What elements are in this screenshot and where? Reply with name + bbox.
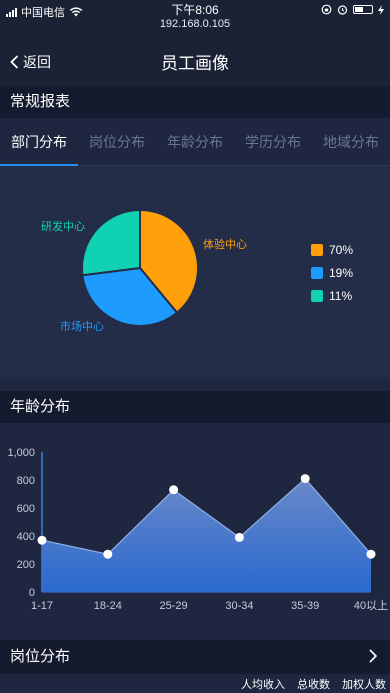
age-area (42, 478, 371, 592)
data-point[interactable] (366, 549, 376, 559)
data-point[interactable] (169, 485, 179, 495)
pie-legend: 70% 19% 11% (311, 238, 353, 307)
x-tick-label: 1-17 (31, 600, 53, 612)
status-bar: 中国电信 下午8:06 192.168.0.105 (0, 0, 390, 36)
y-tick-label: 800 (17, 475, 35, 487)
y-tick-label: 400 (17, 531, 35, 543)
status-right (321, 4, 384, 15)
data-point[interactable] (37, 535, 47, 545)
legend-label: 11% (329, 288, 353, 303)
page-url: 192.168.0.105 (159, 18, 231, 30)
legend-label: 19% (329, 265, 354, 280)
legend-item: 70% (311, 238, 353, 261)
pie-slice[interactable] (81, 208, 141, 277)
column-header: 加权人数 (342, 679, 386, 691)
section-header-age: 年龄分布 (0, 391, 390, 423)
department-pie-panel: 体验中心市场中心 研发中心 70% 19% 11% (0, 166, 390, 379)
x-tick-label: 25-29 (160, 600, 188, 612)
x-tick-label: 40以上 (354, 599, 388, 612)
tab-department[interactable]: 部门分布 (0, 120, 78, 166)
pie-slice-label: 市场中心 (60, 319, 104, 333)
chevron-right-icon (369, 649, 378, 663)
data-point[interactable] (234, 532, 244, 542)
tab-position[interactable]: 岗位分布 (78, 120, 156, 165)
y-tick-label: 600 (17, 503, 35, 515)
x-tick-label: 35-39 (291, 600, 319, 612)
x-tick-label: 18-24 (94, 600, 122, 612)
legend-swatch (311, 266, 323, 279)
section-header-position[interactable]: 岗位分布 (0, 640, 390, 674)
page-title: 员工画像 (161, 54, 229, 73)
legend-swatch (311, 243, 323, 256)
section-header-regular: 常规报表 (0, 86, 390, 118)
legend-item: 19% (311, 261, 353, 284)
position-column-headers: 人均收入 总收数 加权人数 (241, 676, 390, 692)
legend-item: 11% (311, 284, 353, 307)
department-pie-chart: 体验中心市场中心 研发中心 (41, 208, 247, 333)
data-point[interactable] (103, 549, 113, 559)
alarm-icon (337, 5, 348, 15)
column-header: 总收数 (297, 679, 330, 691)
column-header: 人均收入 (241, 679, 285, 691)
tab-region[interactable]: 地域分布 (312, 120, 390, 165)
tab-education[interactable]: 学历分布 (234, 120, 312, 165)
battery-icon (353, 5, 373, 14)
y-tick-label: 1,000 (7, 447, 35, 459)
legend-swatch (311, 289, 323, 302)
nav-bar: 返回 员工画像 (0, 36, 390, 86)
charging-icon (378, 4, 384, 15)
y-tick-label: 0 (29, 587, 35, 599)
orientation-lock-icon (321, 4, 332, 15)
section-position-label: 岗位分布 (10, 648, 71, 665)
pie-slice-label: 体验中心 (203, 237, 247, 251)
data-point[interactable] (300, 474, 310, 484)
legend-label: 70% (329, 242, 354, 257)
y-tick-label: 200 (17, 559, 35, 571)
x-tick-label: 30-34 (225, 600, 253, 612)
pie-slice-label: 研发中心 (41, 219, 85, 233)
age-area-chart: 1,000 800 600 400 200 01-17 18-24 25-29 30-34 35-… (7, 447, 388, 612)
report-tabs: 部门分布 岗位分布 年龄分布 学历分布 地域分布 (0, 120, 390, 166)
age-chart-panel: 1,000 800 600 400 200 0 1-17 18-24 25-29 30-34 35-… (0, 424, 390, 620)
tab-age[interactable]: 年龄分布 (156, 120, 234, 165)
